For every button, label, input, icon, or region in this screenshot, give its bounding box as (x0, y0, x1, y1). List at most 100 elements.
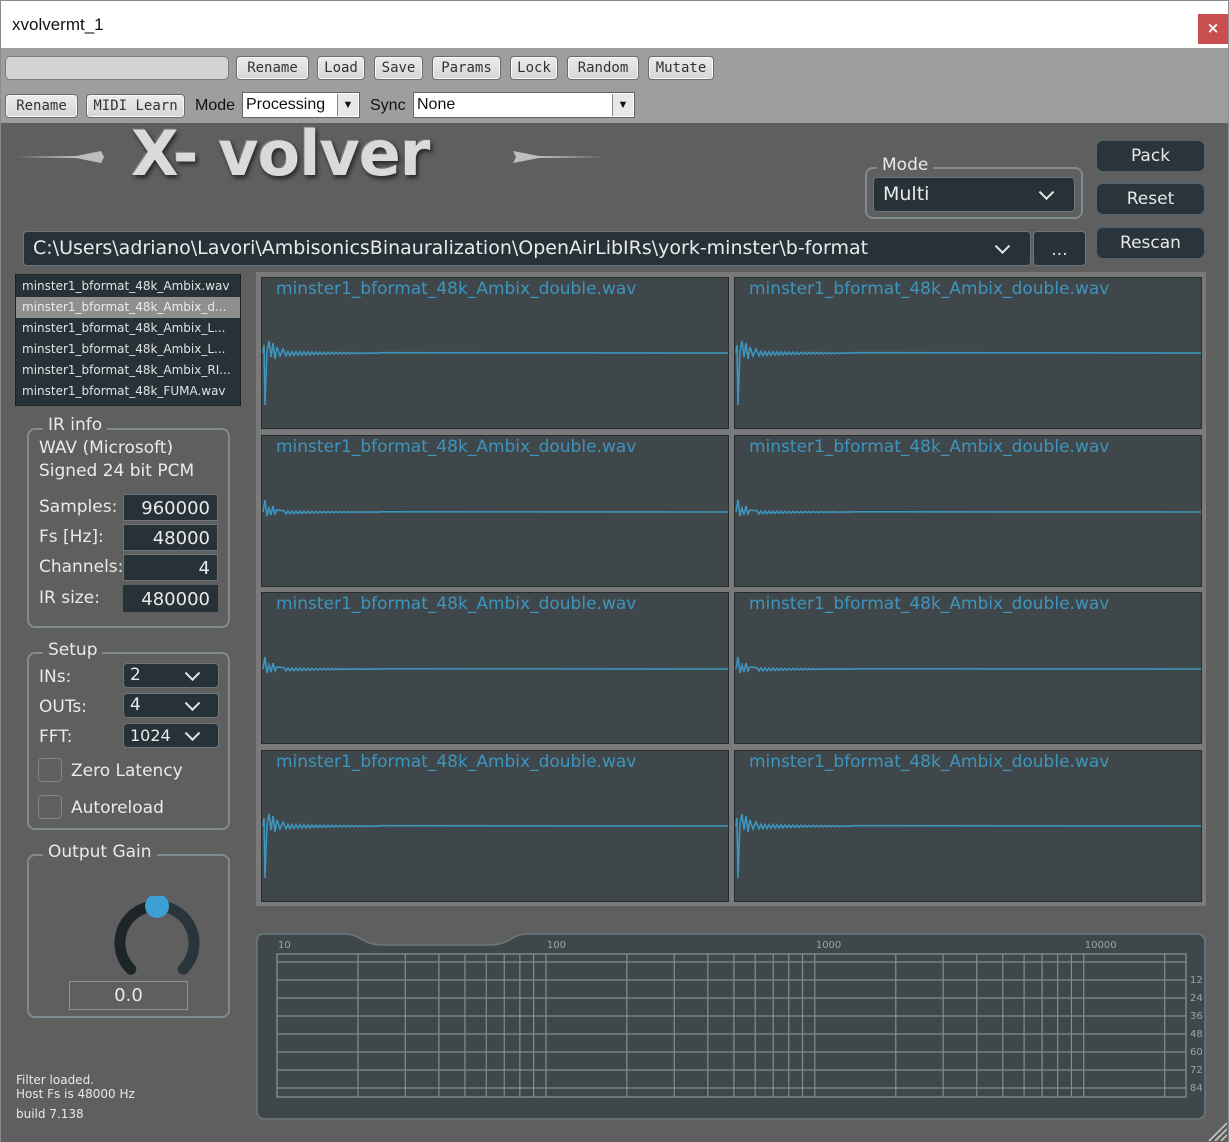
left-wing-icon (16, 151, 104, 163)
autoreload-label: Autoreload (71, 798, 164, 818)
ir-waveform-line (735, 813, 1201, 878)
ir-size-label: IR size: (39, 588, 100, 608)
file-list-item[interactable]: minster1_bformat_48k_Ambix.wav (16, 276, 240, 297)
output-gain-group: Output Gain 0.0 (27, 842, 230, 1018)
status-text: Filter loaded. Host Fs is 48000 Hz (16, 1073, 135, 1101)
ir-plot: minster1_bformat_48k_Ambix_double.wav (734, 592, 1202, 744)
chevron-down-icon (184, 694, 201, 711)
fft-value: 1024 (130, 726, 171, 745)
load-button[interactable]: Load (317, 56, 365, 80)
reset-button[interactable]: Reset (1095, 182, 1206, 216)
file-list-item[interactable]: minster1_bformat_48k_Ambix_L... (16, 318, 240, 339)
status-line-1: Filter loaded. (16, 1073, 94, 1087)
fft-select[interactable]: 1024 (123, 723, 219, 748)
file-list-item-selected[interactable]: minster1_bformat_48k_Ambix_d... (16, 297, 240, 318)
ir-plot: minster1_bformat_48k_Ambix_double.wav (734, 749, 1202, 902)
file-list-item[interactable]: minster1_bformat_48k_Ambix_RI... (16, 360, 240, 381)
ir-plot: minster1_bformat_48k_Ambix_double.wav (261, 434, 729, 587)
setup-legend: Setup (43, 640, 103, 660)
ir-waveform-line (262, 656, 728, 674)
lock-button[interactable]: Lock (510, 56, 558, 80)
window-title: xvolvermt_1 (12, 15, 104, 34)
processing-mode-value: Processing (246, 96, 326, 113)
frequency-y-ticks: 12 24 36 48 60 72 84 (1190, 975, 1203, 1094)
ir-format-line2: Signed 24 bit PCM (39, 461, 195, 481)
ir-waveform-line (262, 499, 728, 516)
ir-file-list[interactable]: minster1_bformat_48k_Ambix.wav minster1_… (15, 274, 241, 406)
output-gain-legend: Output Gain (43, 842, 157, 862)
ir-waveform-line (735, 656, 1201, 674)
chevron-down-icon (994, 237, 1011, 254)
save-button[interactable]: Save (374, 56, 423, 80)
y-tick-label: 84 (1190, 1083, 1203, 1094)
x-tick-label: 1000 (816, 940, 841, 951)
browse-folder-button[interactable]: ... (1033, 231, 1086, 266)
preset-name-field[interactable] (5, 56, 229, 80)
ir-waveform-line (735, 499, 1201, 516)
ir-waveform (735, 340, 1201, 406)
logo-text: X- volver (131, 117, 430, 190)
channels-value: 4 (123, 554, 218, 581)
file-list-item[interactable]: minster1_bformat_48k_Ambix_L... (16, 339, 240, 360)
ir-waveform (735, 813, 1201, 878)
ir-plot: minster1_bformat_48k_Ambix_double.wav (734, 434, 1202, 587)
ir-info-group: IR info WAV (Microsoft) Signed 24 bit PC… (27, 415, 230, 628)
ir-waveform (262, 813, 728, 878)
samples-value: 960000 (123, 494, 218, 521)
knob-handle[interactable] (145, 896, 169, 918)
rename-button[interactable]: Rename (5, 94, 78, 118)
frequency-plot-frame (276, 953, 1187, 1098)
output-gain-value[interactable]: 0.0 (69, 981, 188, 1010)
title-bar: xvolvermt_1 × (1, 1, 1228, 48)
ins-value: 2 (130, 665, 141, 685)
ir-waveform (262, 340, 728, 406)
ir-plot: minster1_bformat_48k_Ambix_double.wav (261, 749, 729, 902)
rename-preset-button[interactable]: Rename (236, 56, 309, 80)
chevron-down-icon (184, 724, 201, 741)
plugin-window: xvolvermt_1 × Rename Load Save Params Lo… (0, 0, 1229, 1142)
y-tick-label: 12 (1190, 975, 1203, 986)
ir-folder-select[interactable]: C:\Users\adriano\Lavori\AmbisonicsBinaur… (23, 231, 1031, 266)
ir-waveform (735, 656, 1201, 674)
ins-label: INs: (39, 667, 72, 687)
midi-learn-button[interactable]: MIDI Learn (86, 94, 185, 118)
ins-select[interactable]: 2 (123, 663, 219, 688)
output-gain-knob[interactable] (109, 896, 209, 986)
y-tick-label: 60 (1190, 1047, 1203, 1058)
zero-latency-checkbox[interactable] (38, 758, 62, 782)
sync-select[interactable]: None ▼ (413, 92, 635, 118)
params-button[interactable]: Params (432, 56, 501, 80)
rescan-button[interactable]: Rescan (1095, 226, 1206, 260)
mode-group: Mode Multi (865, 155, 1083, 219)
frequency-grid (276, 953, 1187, 1098)
resize-grip-icon[interactable] (1205, 1119, 1227, 1141)
ir-plot-grid: minster1_bformat_48k_Ambix_double.wav min… (256, 272, 1206, 906)
plugin-editor: X- volver Mode Multi Pack Reset Rescan C… (1, 117, 1228, 1142)
outs-value: 4 (130, 695, 141, 715)
mutate-button[interactable]: Mutate (648, 56, 714, 80)
dropdown-arrow-icon: ▼ (337, 94, 358, 116)
file-list-item[interactable]: minster1_bformat_48k_FUMA.wav (16, 381, 240, 402)
mode-select[interactable]: Multi (873, 177, 1075, 212)
channels-label: Channels: (39, 557, 124, 577)
pack-button[interactable]: Pack (1095, 139, 1206, 173)
host-toolbar: Rename Load Save Params Lock Random Muta… (1, 48, 1228, 123)
processing-mode-select[interactable]: Processing ▼ (242, 92, 360, 118)
autoreload-checkbox[interactable] (38, 795, 62, 819)
dropdown-arrow-icon: ▼ (612, 94, 633, 116)
fs-label: Fs [Hz]: (39, 527, 104, 547)
y-tick-label: 24 (1190, 993, 1203, 1004)
close-button[interactable]: × (1198, 14, 1228, 44)
ir-waveform (262, 499, 728, 516)
x-tick-label: 10 (278, 940, 291, 951)
ir-plot: minster1_bformat_48k_Ambix_double.wav (261, 592, 729, 744)
fs-value: 48000 (123, 524, 218, 551)
y-tick-label: 48 (1190, 1029, 1203, 1040)
chevron-down-icon (184, 664, 201, 681)
ir-plot: minster1_bformat_48k_Ambix_double.wav (734, 277, 1202, 429)
ir-size-value: 480000 (123, 585, 218, 612)
status-line-2: Host Fs is 48000 Hz (16, 1087, 135, 1101)
chevron-down-icon (1038, 183, 1055, 200)
random-button[interactable]: Random (567, 56, 639, 80)
outs-select[interactable]: 4 (123, 693, 219, 718)
